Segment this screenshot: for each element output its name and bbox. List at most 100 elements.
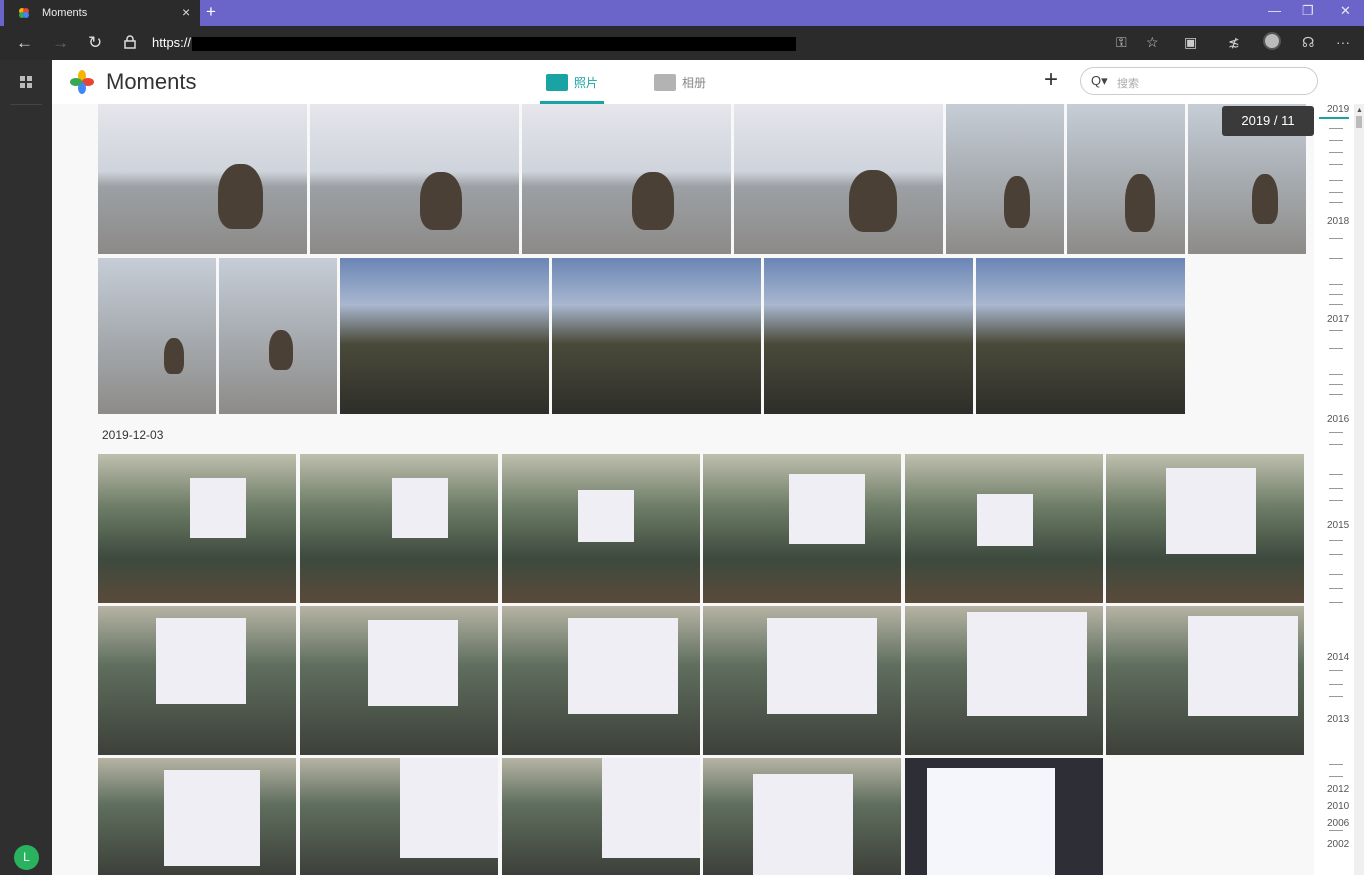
timeline-tick <box>1329 258 1343 259</box>
photo-thumbnail[interactable] <box>98 606 296 755</box>
search-icon[interactable]: Q▾ <box>1091 73 1108 89</box>
timeline-tick <box>1329 500 1343 501</box>
timeline-year[interactable]: 2018 <box>1327 216 1349 227</box>
restore-button[interactable]: ❐ <box>1302 3 1314 19</box>
timeline-year[interactable]: 2013 <box>1327 714 1349 725</box>
photo-thumbnail[interactable] <box>502 758 700 875</box>
photo-thumbnail[interactable] <box>502 454 700 603</box>
timeline-tick <box>1329 374 1343 375</box>
key-icon[interactable]: ⚿ <box>1116 34 1127 51</box>
scrollbar[interactable]: ▲ <box>1354 104 1364 875</box>
timeline-year[interactable]: 2014 <box>1327 652 1349 663</box>
photo-thumbnail[interactable] <box>734 104 943 254</box>
photo-thumbnail[interactable] <box>300 758 498 875</box>
browser-tab[interactable]: Moments × <box>4 0 200 26</box>
url-input[interactable]: https:// <box>152 35 191 50</box>
timeline-tick <box>1329 474 1343 475</box>
photo-thumbnail[interactable] <box>98 258 216 414</box>
back-button[interactable]: ← <box>16 33 33 53</box>
photo-thumbnail[interactable] <box>764 258 973 414</box>
new-tab-button[interactable]: + <box>206 2 216 22</box>
minimize-button[interactable]: — <box>1268 3 1281 18</box>
timeline-tick <box>1329 294 1343 295</box>
read-aloud-icon[interactable]: ☊ <box>1302 34 1314 51</box>
favorites-icon[interactable]: ≴ <box>1228 34 1240 51</box>
photo-thumbnail[interactable] <box>703 454 901 603</box>
user-avatar[interactable]: L <box>14 845 39 870</box>
forward-button[interactable]: → <box>52 33 69 53</box>
photo-thumbnail[interactable] <box>905 454 1103 603</box>
profile-icon[interactable] <box>1263 32 1281 50</box>
lock-icon <box>124 35 136 49</box>
timeline-year[interactable]: 2019 <box>1327 104 1349 115</box>
close-window-button[interactable]: ✕ <box>1340 3 1351 19</box>
timeline-tick <box>1329 488 1343 489</box>
photo-thumbnail[interactable] <box>1106 454 1304 603</box>
timeline-year[interactable]: 2010 <box>1327 801 1349 812</box>
tab-albums-label: 相册 <box>682 76 707 90</box>
left-rail <box>0 60 52 875</box>
photo-thumbnail[interactable] <box>522 104 731 254</box>
photo-thumbnail[interactable] <box>905 758 1103 875</box>
search-input[interactable]: Q▾ 搜索 <box>1080 67 1318 95</box>
timeline-tick <box>1329 284 1343 285</box>
photo-thumbnail[interactable] <box>905 606 1103 755</box>
app-header: Moments 照片 相册 + Q▾ 搜索 <box>52 60 1364 104</box>
scrollbar-thumb[interactable] <box>1356 116 1362 128</box>
refresh-button[interactable]: ↻ <box>88 33 102 53</box>
search-placeholder: 搜索 <box>1117 78 1139 90</box>
photo-thumbnail[interactable] <box>340 258 549 414</box>
extension-icon[interactable]: ▣ <box>1184 34 1197 51</box>
album-icon <box>654 74 676 91</box>
timeline-year[interactable]: 2002 <box>1327 839 1349 850</box>
timeline-year[interactable]: 2006 <box>1327 818 1349 829</box>
timeline-tick <box>1329 192 1343 193</box>
timeline-year[interactable]: 2015 <box>1327 520 1349 531</box>
photo-thumbnail[interactable] <box>300 454 498 603</box>
timeline-tooltip: 2019 / 11 <box>1222 106 1314 136</box>
photo-thumbnail[interactable] <box>976 258 1185 414</box>
apps-grid-icon[interactable] <box>20 76 33 89</box>
photo-thumbnail[interactable] <box>300 606 498 755</box>
timeline-tick <box>1329 670 1343 671</box>
photo-thumbnail[interactable] <box>98 104 307 254</box>
scroll-up-icon[interactable]: ▲ <box>1356 107 1363 114</box>
timeline-tick <box>1329 432 1343 433</box>
timeline-tick <box>1329 602 1343 603</box>
timeline-tick <box>1329 304 1343 305</box>
timeline-tick <box>1329 588 1343 589</box>
timeline-year[interactable]: 2012 <box>1327 784 1349 795</box>
photo-thumbnail[interactable] <box>1067 104 1185 254</box>
photo-thumbnail[interactable] <box>1106 606 1304 755</box>
timeline-tick <box>1329 540 1343 541</box>
timeline-tick <box>1329 330 1343 331</box>
photo-thumbnail[interactable] <box>98 758 296 875</box>
timeline-tick <box>1329 384 1343 385</box>
photo-thumbnail[interactable] <box>946 104 1064 254</box>
timeline-tick <box>1329 164 1343 165</box>
timeline-tick <box>1329 348 1343 349</box>
photo-thumbnail[interactable] <box>219 258 337 414</box>
tab-photos[interactable]: 照片 <box>546 74 598 91</box>
more-icon[interactable]: ··· <box>1336 34 1350 50</box>
moments-favicon <box>19 8 29 18</box>
photo-thumbnail[interactable] <box>703 758 901 875</box>
section-date-header: 2019-12-03 <box>102 428 164 442</box>
photo-thumbnail[interactable] <box>502 606 700 755</box>
photo-thumbnail[interactable] <box>703 606 901 755</box>
timeline-tick <box>1329 152 1343 153</box>
tab-albums[interactable]: 相册 <box>654 74 706 91</box>
photo-thumbnail[interactable] <box>552 258 761 414</box>
photo-thumbnail[interactable] <box>310 104 519 254</box>
timeline-tick <box>1329 444 1343 445</box>
star-icon[interactable]: ☆ <box>1146 34 1159 51</box>
moments-logo-icon <box>70 70 94 94</box>
timeline-year[interactable]: 2016 <box>1327 414 1349 425</box>
timeline-tick <box>1329 696 1343 697</box>
timeline-tick <box>1329 764 1343 765</box>
tab-close-icon[interactable]: × <box>182 4 190 20</box>
photo-icon <box>546 74 568 91</box>
photo-thumbnail[interactable] <box>98 454 296 603</box>
add-button[interactable]: + <box>1044 66 1058 94</box>
timeline-year[interactable]: 2017 <box>1327 314 1349 325</box>
